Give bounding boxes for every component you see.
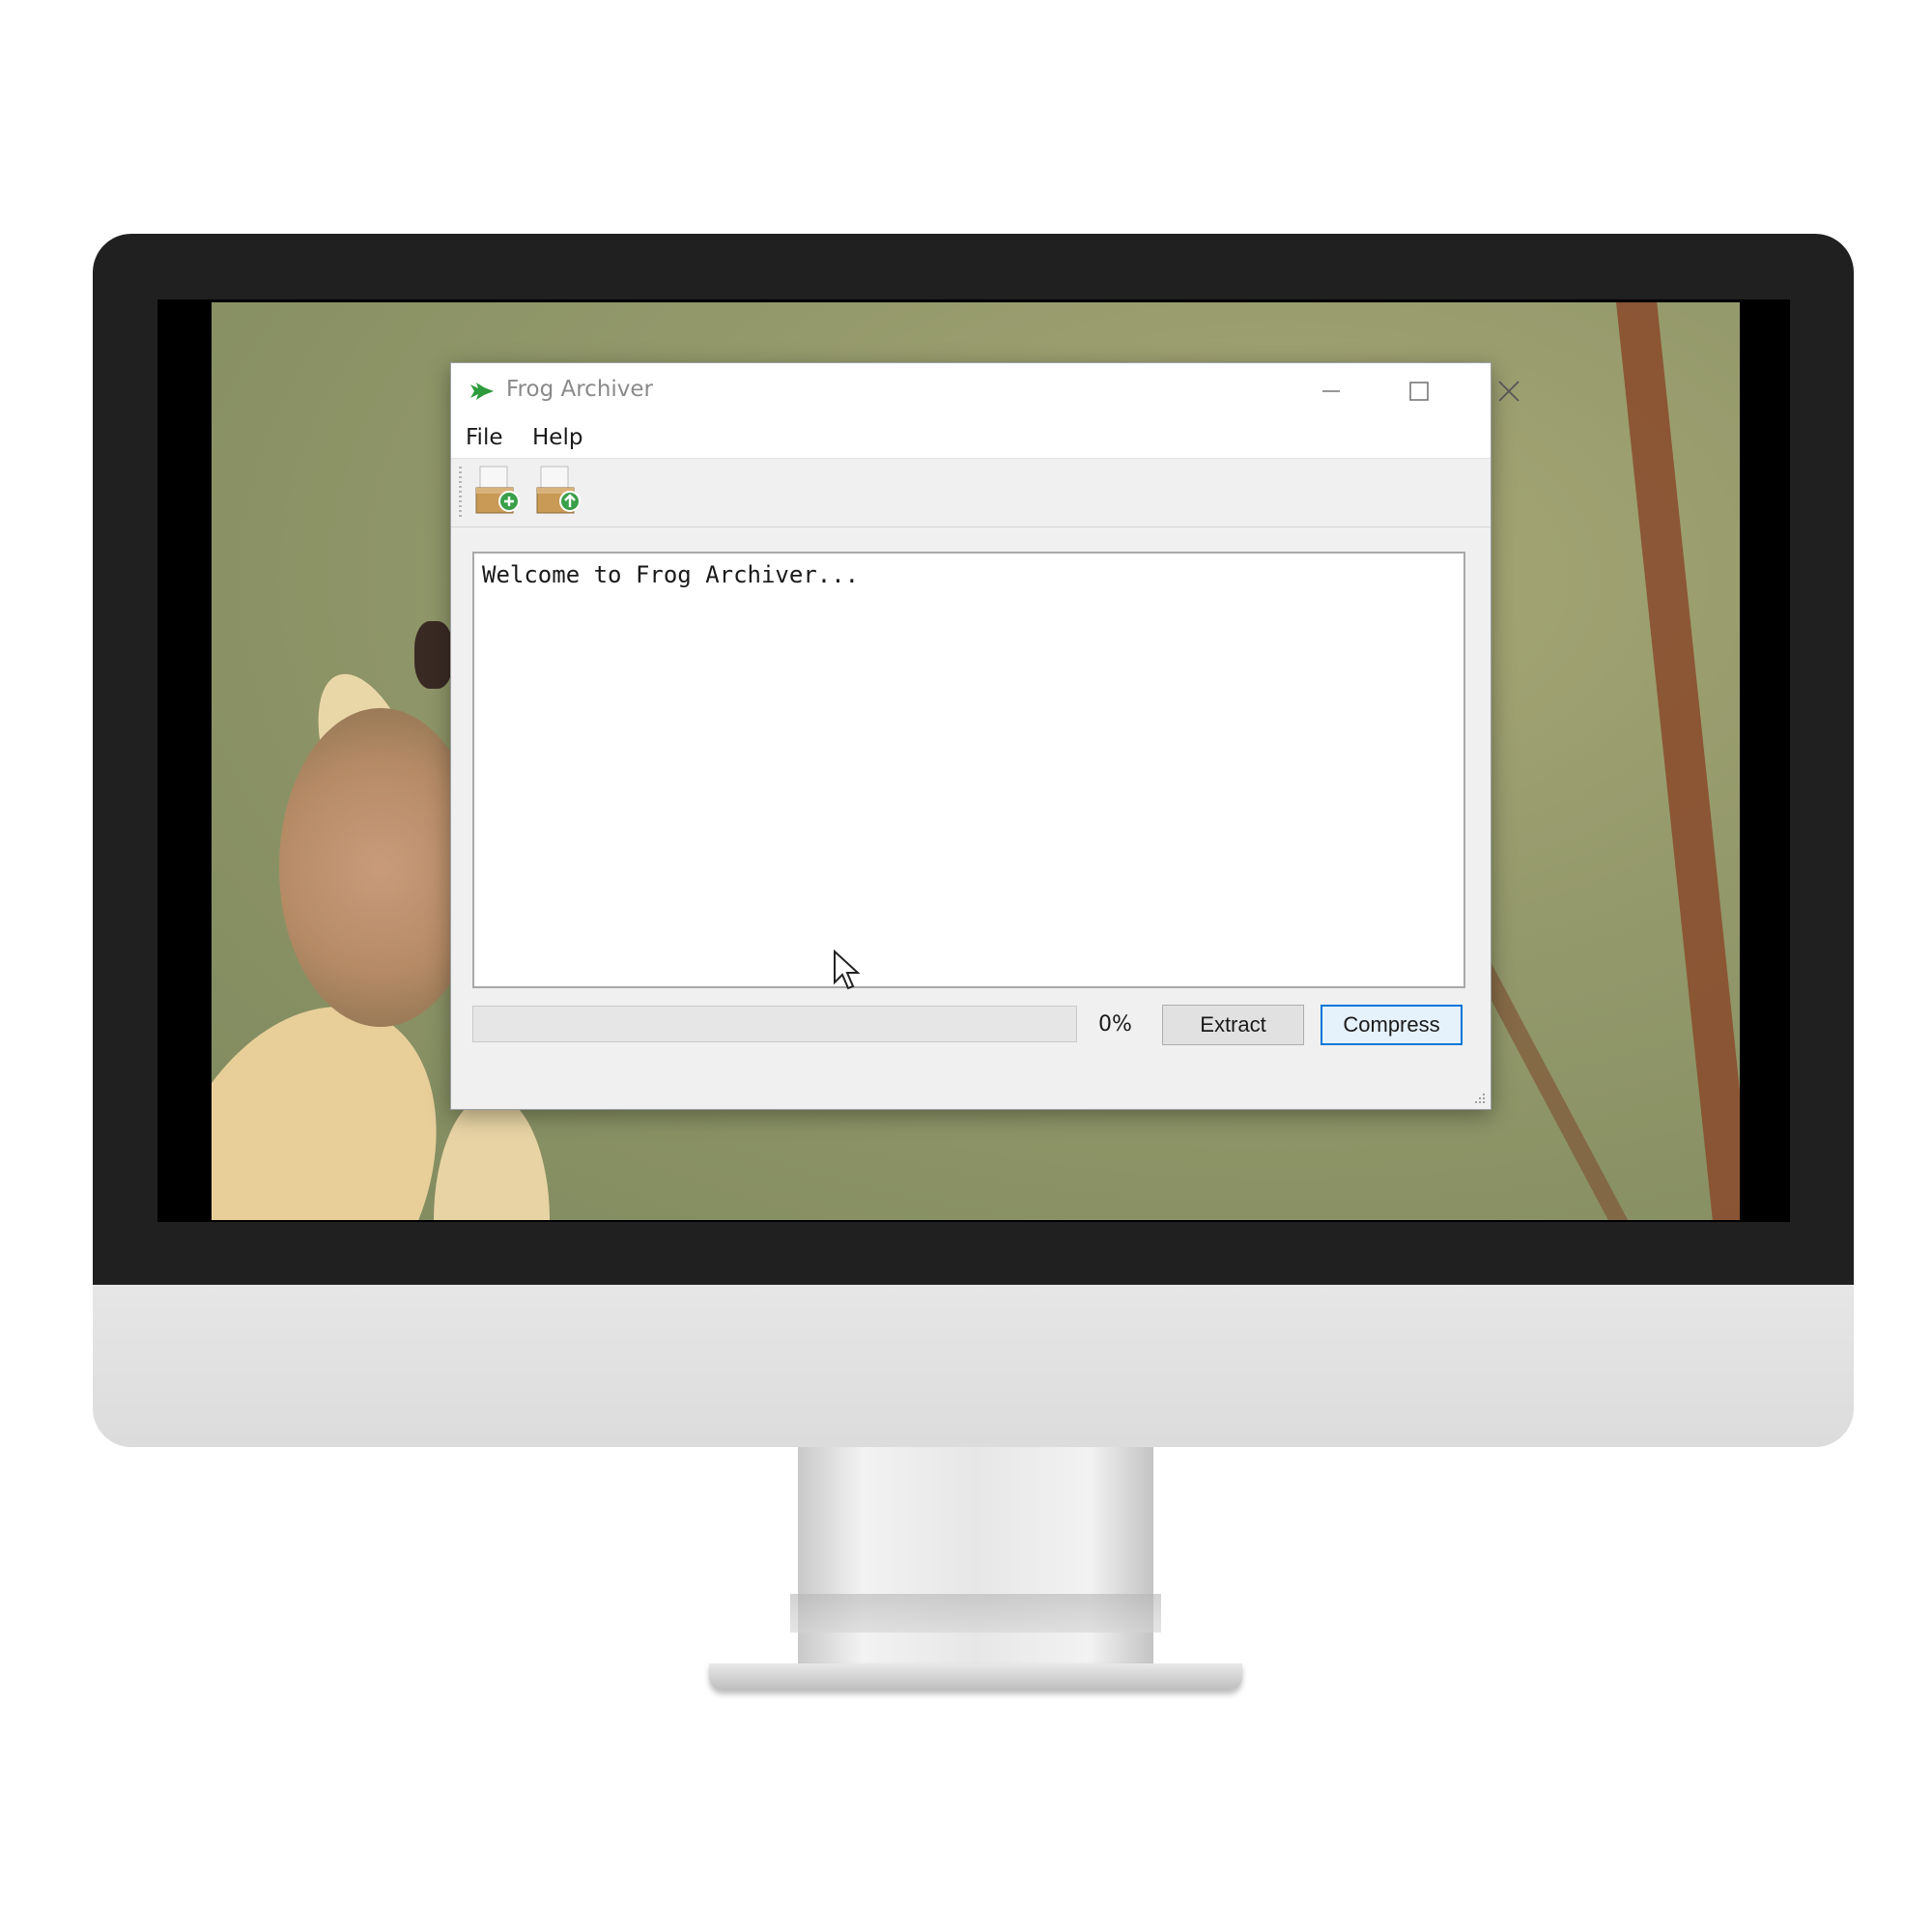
wallpaper-insect xyxy=(414,621,453,689)
toolbar xyxy=(451,458,1491,527)
monitor-chin xyxy=(93,1285,1854,1447)
window-title: Frog Archiver xyxy=(506,377,654,402)
wallpaper-stem xyxy=(1614,302,1740,1220)
title-bar[interactable]: Frog Archiver xyxy=(451,363,1520,419)
monitor-stand-shadow xyxy=(790,1594,1161,1633)
wallpaper-petal xyxy=(434,1094,550,1220)
close-button[interactable] xyxy=(1475,363,1543,419)
maximize-icon xyxy=(1409,382,1429,401)
minimize-icon xyxy=(1322,390,1340,392)
frog-app-icon xyxy=(470,383,494,400)
app-window: Frog Archiver File Help Welcome to Frog … xyxy=(450,362,1520,1110)
extract-button[interactable]: Extract xyxy=(1162,1005,1304,1045)
minimize-button[interactable] xyxy=(1297,363,1365,419)
monitor-stand xyxy=(798,1447,1153,1674)
progress-bar xyxy=(472,1006,1077,1042)
toolbar-grip[interactable] xyxy=(459,467,462,519)
add-to-archive-icon xyxy=(475,466,520,514)
maximize-button[interactable] xyxy=(1385,363,1453,419)
log-output[interactable]: Welcome to Frog Archiver... xyxy=(472,552,1465,990)
log-text: Welcome to Frog Archiver... xyxy=(482,561,860,588)
menu-help[interactable]: Help xyxy=(532,425,582,450)
add-to-archive-button[interactable] xyxy=(472,465,525,519)
extract-archive-button[interactable] xyxy=(533,465,585,519)
extract-archive-icon xyxy=(536,466,581,514)
mouse-pointer-icon xyxy=(834,950,860,990)
resize-grip-icon[interactable] xyxy=(1471,1090,1487,1105)
menu-bar: File Help xyxy=(451,419,1491,458)
compress-button[interactable]: Compress xyxy=(1321,1005,1463,1045)
menu-file[interactable]: File xyxy=(466,425,503,450)
monitor-stand-base xyxy=(709,1663,1242,1690)
progress-percent: 0% xyxy=(1098,1012,1132,1037)
close-icon xyxy=(1498,381,1520,402)
